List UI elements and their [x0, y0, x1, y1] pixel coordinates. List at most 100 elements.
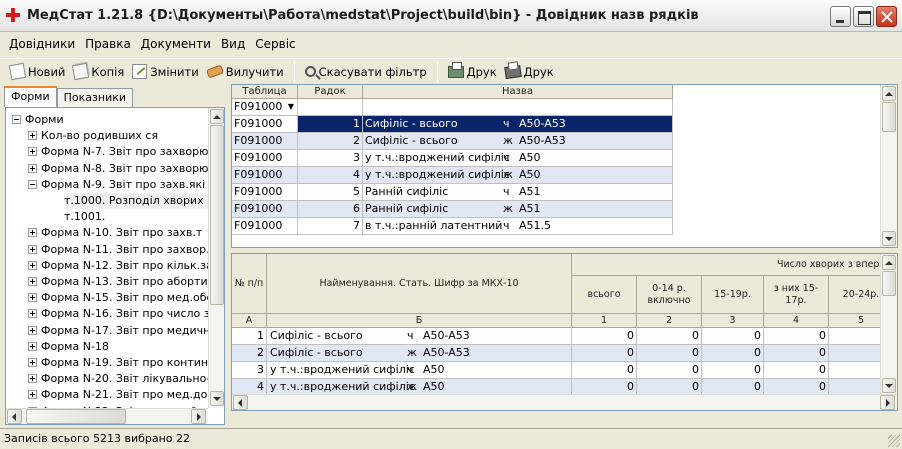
scroll-down-arrow-icon[interactable]: [882, 231, 896, 246]
header-patients-group[interactable]: Число хворих з вперше: [572, 254, 897, 276]
number-cell[interactable]: 3: [232, 362, 267, 379]
print-button-2[interactable]: Друк: [501, 61, 558, 83]
tree-node[interactable]: Форма N-15. Звіт про мед.обсл: [28, 290, 220, 306]
collapse-icon[interactable]: [28, 179, 37, 189]
row-cell[interactable]: 3: [298, 150, 363, 167]
name-cell[interactable]: Сифіліс - всього ч A50-A53: [363, 116, 673, 133]
column-index[interactable]: А: [232, 314, 267, 328]
tree-node[interactable]: Форма N-17. Звіт про медичні і: [28, 323, 220, 339]
scroll-up-arrow-icon[interactable]: [882, 86, 896, 101]
value-cell[interactable]: 0: [764, 345, 829, 362]
name-cell[interactable]: Сифіліс - всього ж A50-A53: [267, 345, 572, 362]
number-cell[interactable]: 2: [232, 345, 267, 362]
scroll-up-arrow-icon[interactable]: [210, 109, 224, 124]
tree-node[interactable]: т.1001.: [64, 209, 105, 225]
column-index[interactable]: Б: [267, 314, 572, 328]
scroll-thumb[interactable]: [882, 102, 896, 132]
tree-node[interactable]: Форма N-19. Звіт про континг.д: [28, 355, 224, 371]
expand-icon[interactable]: [28, 260, 37, 270]
name-cell[interactable]: Сифіліс - всього ч A50-A53: [267, 328, 572, 345]
close-button[interactable]: [876, 6, 897, 27]
tree-node[interactable]: Форма N-20. Звіт лікувально-п: [28, 371, 217, 387]
table-row[interactable]: F091000 2 Сифіліс - всього ж A50-A53: [232, 133, 673, 150]
name-cell[interactable]: у т.ч.:вроджений сифіліс ч A50: [363, 150, 673, 167]
row-cell[interactable]: 6: [298, 201, 363, 218]
table-row[interactable]: 1 Сифіліс - всього ч A50-A53 0 0 0 0: [232, 328, 897, 345]
header-name[interactable]: Найменування. Стать. Шифр за МКХ-10: [267, 254, 572, 314]
column-index[interactable]: 4: [764, 314, 829, 328]
menu-edit[interactable]: Правка: [80, 33, 136, 55]
value-cell[interactable]: 0: [637, 345, 702, 362]
tree-node[interactable]: Форма N-16. Звіт про число за: [28, 306, 216, 322]
resize-grip[interactable]: [888, 435, 900, 447]
table-cell[interactable]: F091000: [232, 201, 298, 218]
name-cell[interactable]: у т.ч.:вроджений сифіліс ж A50: [363, 167, 673, 184]
value-cell[interactable]: 0: [572, 345, 637, 362]
collapse-icon[interactable]: [12, 115, 21, 124]
name-cell[interactable]: у т.ч.:вроджений сифіліс ч A50: [267, 362, 572, 379]
tree-node[interactable]: Форма N-8. Звіт про захворю: [28, 161, 208, 177]
scroll-thumb[interactable]: [210, 125, 224, 305]
table-cell[interactable]: F091000: [232, 167, 298, 184]
scroll-down-arrow-icon[interactable]: [882, 378, 896, 393]
minimize-button[interactable]: [830, 6, 851, 27]
dropdown-arrow-icon[interactable]: ▼: [288, 99, 294, 115]
tree-vertical-scrollbar[interactable]: [208, 108, 224, 408]
column-index[interactable]: 1: [572, 314, 637, 328]
tree-node[interactable]: Форма N-21. Звіт про мед.допо: [28, 387, 221, 403]
scroll-right-arrow-icon[interactable]: [880, 395, 895, 410]
table-row[interactable]: F091000 1 Сифіліс - всього ч A50-A53: [232, 116, 673, 133]
print-button[interactable]: Друк: [444, 61, 501, 83]
table-row[interactable]: F091000 5 Ранній сифіліс ч A51: [232, 184, 673, 201]
expand-icon[interactable]: [28, 228, 37, 238]
table-row[interactable]: F091000 6 Ранній сифіліс ж A51: [232, 201, 673, 218]
scroll-left-arrow-icon[interactable]: [7, 409, 22, 424]
tree-node[interactable]: Кол-во родивших ся: [28, 128, 158, 144]
tree-node[interactable]: Форма N-10. Звіт про захв.т: [28, 225, 202, 241]
name-cell[interactable]: в т.ч.:ранній латентний ч A51.5: [363, 218, 673, 235]
tree-node[interactable]: Форма N-18: [28, 339, 109, 355]
maximize-button[interactable]: [853, 6, 874, 27]
menu-service[interactable]: Сервіс: [250, 33, 300, 55]
table-cell[interactable]: F091000: [232, 150, 298, 167]
expand-icon[interactable]: [28, 390, 37, 400]
tree-node[interactable]: Форма N-9. Звіт про захв.які г: [28, 177, 214, 193]
value-cell[interactable]: 0: [702, 328, 764, 345]
copy-button[interactable]: Копія: [69, 61, 128, 83]
expand-icon[interactable]: [28, 358, 37, 367]
filter-table-combobox[interactable]: F091000 ▼: [232, 99, 298, 116]
table-row[interactable]: 3у т.ч.:вроджений сифіліс ч A50 0 0 0 0: [232, 362, 897, 379]
expand-icon[interactable]: [28, 293, 37, 303]
expand-icon[interactable]: [28, 374, 37, 384]
menu-documents[interactable]: Документи: [136, 33, 216, 55]
edit-button[interactable]: Змінити: [128, 61, 202, 83]
table-cell[interactable]: F091000: [232, 184, 298, 201]
tree-node[interactable]: Форми: [12, 112, 64, 128]
scroll-left-arrow-icon[interactable]: [233, 395, 248, 410]
header-age-15-19[interactable]: 15-19р.: [702, 276, 764, 314]
header-age-0-14[interactable]: 0-14 р. включно: [637, 276, 702, 314]
value-cell[interactable]: 0: [572, 362, 637, 379]
scroll-thumb[interactable]: [26, 409, 126, 424]
table-row[interactable]: F091000 7 в т.ч.:ранній латентний ч A51.5: [232, 218, 673, 235]
expand-icon[interactable]: [28, 309, 37, 319]
value-cell[interactable]: 0: [702, 362, 764, 379]
column-header[interactable]: Радок: [298, 85, 363, 99]
tab-indicators[interactable]: Показники: [56, 88, 134, 107]
filter-row-input[interactable]: [298, 99, 363, 116]
table-cell[interactable]: F091000: [232, 133, 298, 150]
rows-grid-vertical-scrollbar[interactable]: [880, 85, 897, 247]
value-cell[interactable]: 0: [702, 345, 764, 362]
expand-icon[interactable]: [28, 147, 37, 157]
filter-name-input[interactable]: [363, 99, 673, 116]
row-cell[interactable]: 1: [298, 116, 363, 133]
value-cell[interactable]: 0: [637, 362, 702, 379]
table-row[interactable]: F091000 4 у т.ч.:вроджений сифіліс ж A50: [232, 167, 673, 184]
header-total[interactable]: всього: [572, 276, 637, 314]
value-cell[interactable]: 0: [764, 362, 829, 379]
tree-node[interactable]: т.1000. Розподіл хворих за: [64, 193, 220, 209]
table-row[interactable]: F091000 3 у т.ч.:вроджений сифіліс ч A50: [232, 150, 673, 167]
tree-horizontal-scrollbar[interactable]: [6, 408, 208, 424]
tree-node[interactable]: Форма N-13. Звіт про аборти.: [28, 274, 211, 290]
preview-horizontal-scrollbar[interactable]: [232, 394, 897, 410]
